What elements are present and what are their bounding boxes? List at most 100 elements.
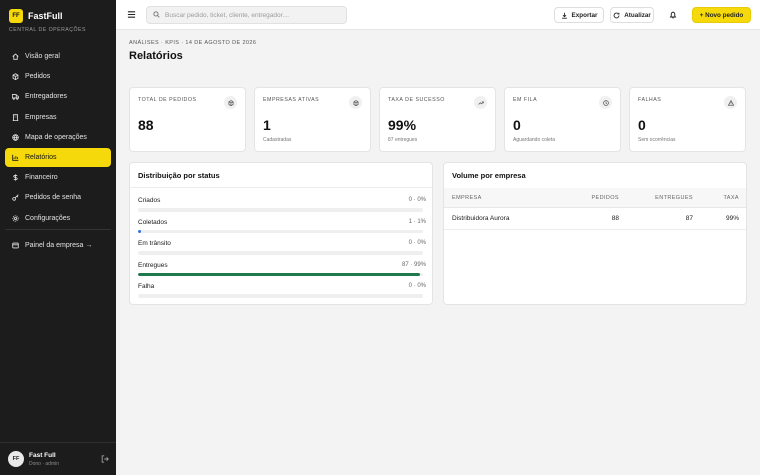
- menu-icon[interactable]: [127, 10, 136, 19]
- sidebar-item-label: Relatórios: [25, 153, 57, 161]
- status-value: 0 · 0%: [408, 240, 426, 246]
- breadcrumb: ANÁLISES · KPIS · 14 DE AGOSTO DE 2026: [129, 40, 257, 46]
- kpi-label: TOTAL DE PEDIDOS: [138, 97, 197, 103]
- sidebar-item-financeiro[interactable]: Financeiro: [5, 168, 111, 187]
- avatar[interactable]: FF: [8, 451, 24, 467]
- status-bar: [138, 272, 423, 276]
- building-icon: [349, 96, 362, 109]
- kpi-label: FALHAS: [638, 97, 662, 103]
- column-header-pedidos[interactable]: PEDIDOS: [591, 195, 619, 201]
- status-bar: [138, 251, 423, 255]
- sidebar-item-mapa[interactable]: Mapa de operações: [5, 128, 111, 147]
- panel-divider: [130, 187, 432, 188]
- building-icon: [12, 113, 19, 121]
- kpi-label: EM FILA: [513, 97, 538, 103]
- clock-icon: [599, 96, 612, 109]
- topbar: Exportar Atualizar + Novo pedido: [116, 0, 760, 30]
- status-bar-fill: [138, 229, 142, 233]
- status-name: Entregues: [138, 261, 168, 269]
- status-bar: [138, 229, 423, 233]
- sidebar-item-painel-empresa[interactable]: Painel da empresa →: [5, 236, 111, 255]
- map-icon: [12, 134, 19, 141]
- panel-title: Volume por empresa: [452, 171, 526, 180]
- box-icon: [224, 96, 237, 109]
- brand-subtitle: CENTRAL DE OPERAÇÕES: [9, 27, 86, 33]
- sidebar-nav: Visão geral Pedidos Entregadores Empresa…: [5, 47, 111, 229]
- table-row[interactable]: Distribuidora Aurora 88 87 99%: [444, 208, 746, 230]
- column-header-entregues[interactable]: ENTREGUES: [655, 195, 693, 201]
- status-row-falha: Falha 0 · 0%: [138, 283, 426, 301]
- kpi-label: EMPRESAS ATIVAS: [263, 97, 320, 103]
- user-profile: FF Fast Full Dono · admin: [0, 442, 116, 475]
- status-distribution-panel: Distribuição por status Criados 0 · 0% C…: [129, 162, 433, 305]
- dollar-icon: [12, 174, 19, 181]
- sidebar-item-label: Empresas: [25, 113, 57, 121]
- sidebar-item-label: Pedidos: [25, 73, 51, 81]
- search-icon: [153, 10, 160, 20]
- sidebar-divider: [5, 229, 111, 230]
- search-input[interactable]: [165, 11, 345, 19]
- sidebar-item-label: Pedidos de senha: [25, 194, 82, 202]
- brand-logo: FF: [9, 9, 23, 23]
- refresh-icon: [613, 12, 620, 18]
- status-bar-fill: [138, 272, 421, 276]
- sidebar-item-label: Financeiro: [25, 174, 58, 182]
- export-button[interactable]: Exportar: [554, 7, 604, 23]
- sidebar-item-pedidos-senha[interactable]: Pedidos de senha: [5, 188, 111, 207]
- kpi-sub: Cadastradas: [263, 137, 292, 143]
- brand-name: FastFull: [28, 11, 63, 21]
- sidebar-item-relatorios[interactable]: Relatórios: [5, 147, 111, 167]
- status-row-coletados: Coletados 1 · 1%: [138, 219, 426, 237]
- sidebar: FF FastFull CENTRAL DE OPERAÇÕES Visão g…: [0, 0, 116, 475]
- sidebar-item-label: Mapa de operações: [25, 133, 87, 141]
- panel-title: Distribuição por status: [138, 171, 220, 180]
- chart-icon: [12, 154, 19, 161]
- alert-icon: [724, 96, 737, 109]
- kpi-value: 0: [638, 117, 646, 133]
- refresh-label: Atualizar: [624, 11, 651, 19]
- bell-icon: [669, 11, 677, 19]
- kpi-card-em-fila: EM FILA 0 Aguardando coleta: [504, 87, 621, 152]
- kpi-card-taxa-sucesso: TAXA DE SUCESSO 99% 87 entregues: [379, 87, 496, 152]
- new-order-button[interactable]: + Novo pedido: [692, 7, 751, 23]
- kpi-sub: 87 entregues: [388, 137, 418, 143]
- sidebar-item-label: Painel da empresa →: [25, 242, 93, 249]
- status-bar: [138, 294, 423, 298]
- key-icon: [12, 194, 19, 202]
- sidebar-item-label: Visão geral: [25, 53, 60, 60]
- new-order-label: + Novo pedido: [699, 11, 744, 19]
- kpi-value: 99%: [388, 117, 417, 133]
- sidebar-extra: Painel da empresa →: [5, 236, 111, 256]
- kpi-card-empresas-ativas: EMPRESAS ATIVAS 1 Cadastradas: [254, 87, 371, 152]
- kpi-card-falhas: FALHAS 0 Sem ocorrências: [629, 87, 746, 152]
- column-header-empresa[interactable]: EMPRESA: [452, 195, 482, 201]
- column-header-taxa[interactable]: TAXA: [723, 195, 739, 201]
- search-box: [146, 6, 347, 24]
- refresh-button[interactable]: Atualizar: [610, 7, 654, 23]
- kpi-value: 88: [138, 117, 154, 133]
- sidebar-item-label: Entregadores: [25, 93, 68, 101]
- table-header: EMPRESA PEDIDOS ENTREGUES TAXA: [444, 188, 746, 208]
- brand[interactable]: FF FastFull: [9, 9, 63, 23]
- sidebar-item-empresas[interactable]: Empresas: [5, 108, 111, 127]
- sidebar-item-pedidos[interactable]: Pedidos: [5, 67, 111, 86]
- status-name: Em trânsito: [138, 240, 171, 247]
- sidebar-item-label: Configurações: [25, 214, 71, 222]
- status-bar: [138, 208, 423, 212]
- cell-pedidos: 88: [611, 215, 619, 222]
- trend-up-icon: [474, 96, 487, 109]
- gear-icon: [12, 214, 19, 222]
- sidebar-item-visao-geral[interactable]: Visão geral: [5, 47, 111, 66]
- sidebar-item-configuracoes[interactable]: Configurações: [5, 209, 111, 228]
- cell-empresa: Distribuidora Aurora: [452, 215, 510, 222]
- kpi-value: 0: [513, 117, 521, 133]
- kpi-sub: Aguardando coleta: [513, 137, 555, 143]
- user-name: Fast Full: [29, 452, 56, 459]
- status-value: 1 · 1%: [408, 218, 426, 225]
- cell-taxa: 99%: [725, 215, 739, 222]
- cell-entregues: 87: [685, 215, 693, 222]
- export-label: Exportar: [571, 11, 598, 19]
- logout-icon[interactable]: [101, 455, 109, 463]
- sidebar-item-entregadores[interactable]: Entregadores: [5, 87, 111, 106]
- notifications-button[interactable]: [667, 7, 683, 23]
